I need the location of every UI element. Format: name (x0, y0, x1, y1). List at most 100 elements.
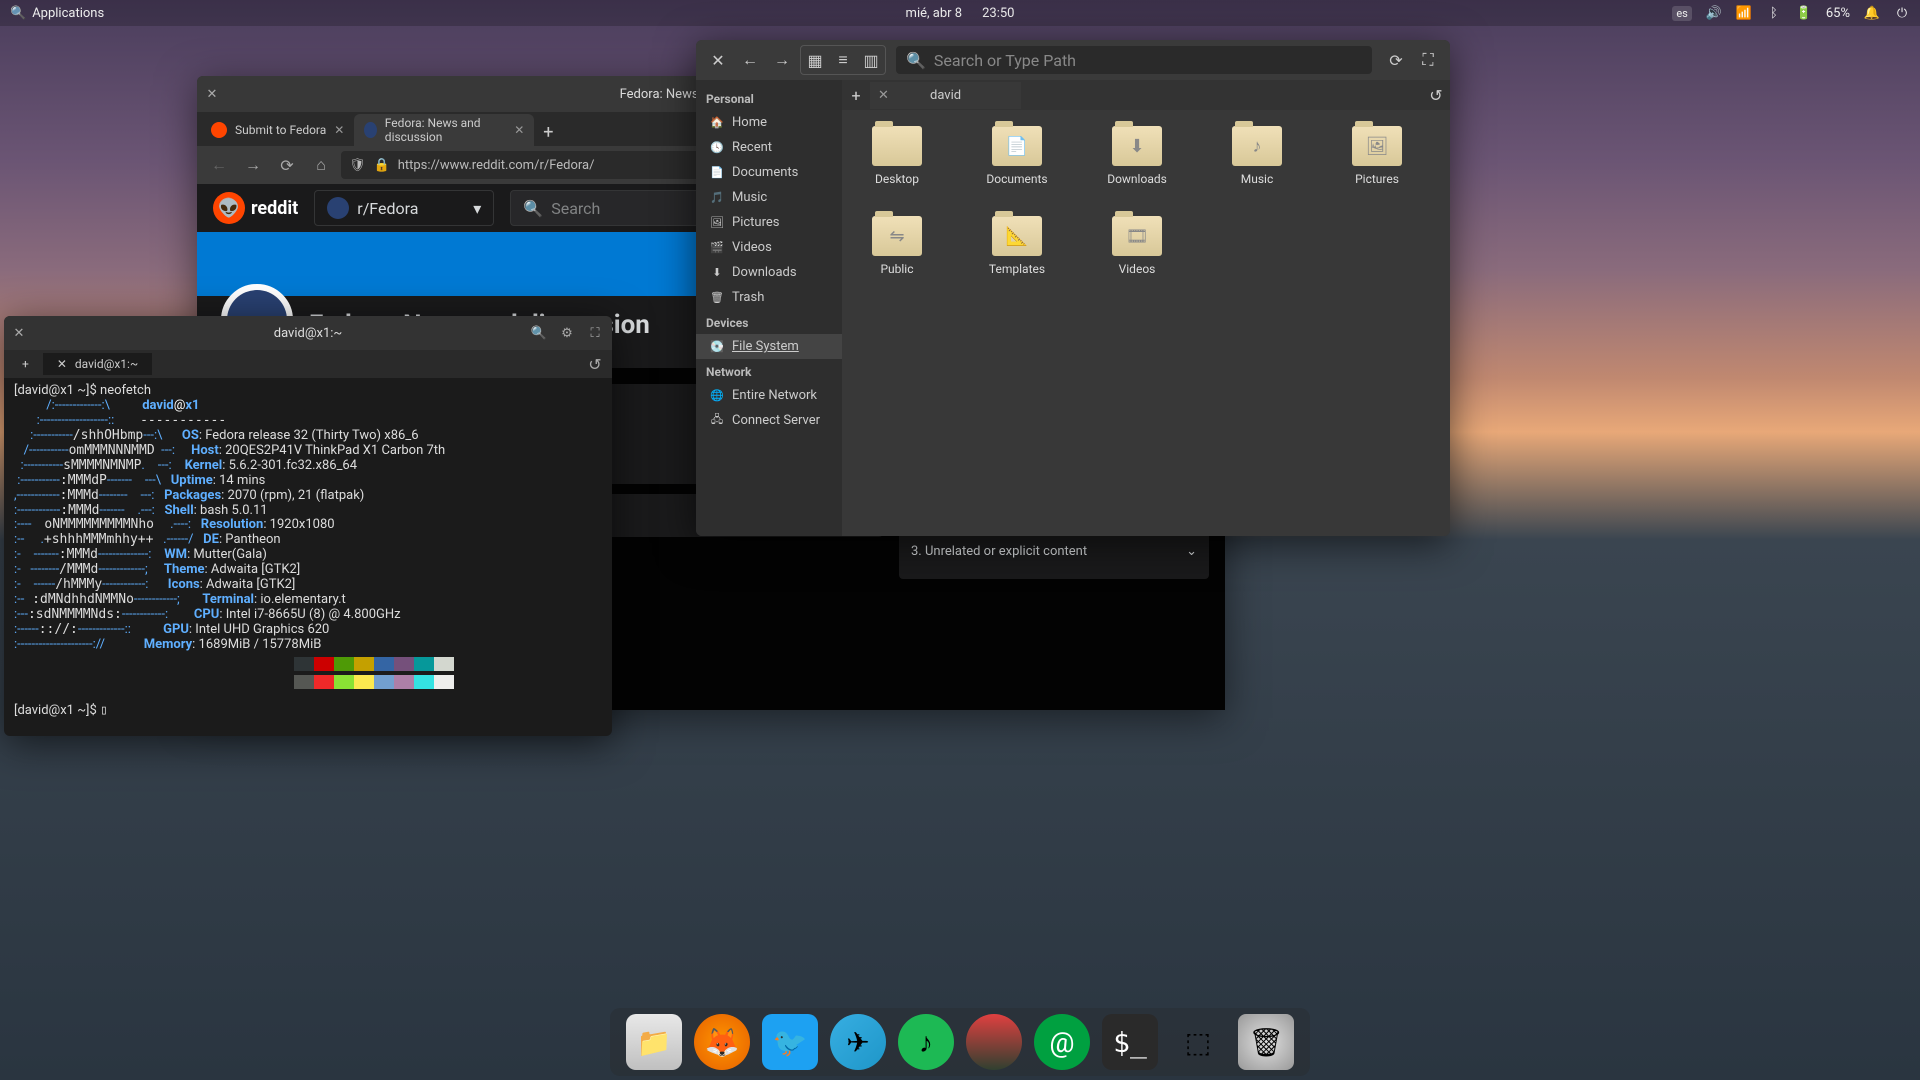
power-icon[interactable]: ⏻ (1894, 5, 1910, 21)
subreddit-label: r/Fedora (357, 199, 418, 218)
time-label[interactable]: 23:50 (982, 6, 1014, 21)
dock-item-files[interactable]: 📁 (626, 1014, 682, 1070)
sidebar-item-documents[interactable]: 📄Documents (696, 160, 842, 185)
files-tab[interactable]: ✕ david (870, 82, 1021, 109)
new-tab-button[interactable]: + (8, 353, 43, 375)
rule-item[interactable]: 3. Unrelated or explicit content⌄ (911, 535, 1197, 567)
lock-icon: 🔒 (374, 158, 390, 173)
maximize-button[interactable]: ⛶ (1414, 46, 1442, 74)
subreddit-dropdown[interactable]: r/Fedora ▾ (314, 190, 494, 226)
forward-button[interactable]: → (239, 151, 267, 179)
sidebar-item-network[interactable]: 🌐Entire Network (696, 383, 842, 408)
trash-icon: 🗑 (710, 291, 724, 305)
picture-icon: 🖼 (710, 216, 724, 230)
dock-item-firefox[interactable]: 🦊 (694, 1014, 750, 1070)
grid-view-button[interactable]: ▦ (801, 46, 829, 74)
close-icon[interactable]: ✕ (878, 88, 889, 103)
sidebar-item-connect[interactable]: 🖧Connect Server (696, 408, 842, 433)
close-button[interactable]: ✕ (704, 46, 732, 74)
back-button[interactable]: ← (736, 46, 764, 74)
wifi-icon[interactable]: 📶 (1736, 5, 1752, 21)
sidebar-item-label: Home (732, 115, 767, 130)
close-button[interactable]: ✕ (12, 326, 26, 340)
dock-item-spotify[interactable]: ♪ (898, 1014, 954, 1070)
bluetooth-icon[interactable]: ᛒ (1766, 5, 1782, 21)
sidebar-item-label: Downloads (732, 265, 797, 280)
sidebar-item-filesystem[interactable]: 💽File System (696, 334, 842, 359)
sidebar-item-home[interactable]: 🏠Home (696, 110, 842, 135)
tab-submit[interactable]: Submit to Fedora ✕ (201, 114, 354, 146)
list-view-button[interactable]: ≡ (829, 46, 857, 74)
applications-label: Applications (32, 6, 104, 21)
folder-templates[interactable]: 📐Templates (982, 216, 1052, 276)
history-button[interactable]: ↺ (590, 355, 608, 373)
dock-item-trash[interactable]: 🗑 (1238, 1014, 1294, 1070)
sidebar-item-label: Recent (732, 140, 772, 155)
maximize-icon[interactable]: ⛶ (586, 324, 604, 342)
volume-icon[interactable]: 🔊 (1706, 5, 1722, 21)
folder-icon (872, 126, 922, 166)
folder-icon: ♪ (1232, 126, 1282, 166)
folder-label: Desktop (875, 172, 919, 186)
dock-item-mail[interactable]: @ (1034, 1014, 1090, 1070)
search-icon[interactable]: 🔍 (530, 324, 548, 342)
color-palette (294, 675, 602, 689)
close-icon[interactable]: ✕ (57, 357, 67, 371)
sidebar-item-music[interactable]: 🎵Music (696, 185, 842, 210)
reddit-logo[interactable]: 👽 reddit (213, 192, 298, 224)
folder-desktop[interactable]: Desktop (862, 126, 932, 186)
terminal-tab[interactable]: ✕ david@x1:~ (43, 353, 152, 375)
reload-button[interactable]: ⟳ (1382, 46, 1410, 74)
reload-button[interactable]: ⟳ (273, 151, 301, 179)
gear-icon[interactable]: ⚙ (558, 324, 576, 342)
folder-icon: 📐 (992, 216, 1042, 256)
folder-documents[interactable]: 📄Documents (982, 126, 1052, 186)
terminal-content[interactable]: [david@x1 ~]$ neofetch /:-------------:\… (4, 378, 612, 736)
notifications-icon[interactable]: 🔔 (1864, 5, 1880, 21)
new-tab-button[interactable]: + (534, 118, 562, 146)
sidebar-item-trash[interactable]: 🗑Trash (696, 285, 842, 310)
music-icon: 🎵 (710, 191, 724, 205)
search-icon: 🔍 (523, 199, 543, 218)
dock: 📁 🦊 🐦 ✈ ♪ @ $_ ⬚ 🗑 (610, 1008, 1310, 1076)
home-button[interactable]: ⌂ (307, 151, 335, 179)
tab-fedora[interactable]: Fedora: News and discussion ✕ (354, 114, 534, 146)
folder-pictures[interactable]: 🖼Pictures (1342, 126, 1412, 186)
applications-menu[interactable]: 🔍 Applications (10, 6, 104, 21)
sidebar-item-downloads[interactable]: ⬇Downloads (696, 260, 842, 285)
dock-item-terminal[interactable]: $_ (1102, 1014, 1158, 1070)
folder-icon: ⬇ (1112, 126, 1162, 166)
battery-icon[interactable]: 🔋 (1796, 5, 1812, 21)
dock-item-app[interactable] (966, 1014, 1022, 1070)
rule-label: 3. Unrelated or explicit content (911, 544, 1087, 559)
battery-label: 65% (1826, 6, 1850, 21)
folder-public[interactable]: ⇋Public (862, 216, 932, 276)
close-icon[interactable]: ✕ (514, 123, 524, 137)
sidebar-item-recent[interactable]: 🕓Recent (696, 135, 842, 160)
files-grid: Desktop 📄Documents ⬇Downloads ♪Music 🖼Pi… (842, 110, 1450, 536)
fedora-icon (364, 122, 376, 138)
folder-label: Pictures (1355, 172, 1399, 186)
folder-label: Videos (1119, 262, 1156, 276)
sidebar-item-label: Connect Server (732, 413, 820, 428)
command: neofetch (100, 383, 151, 398)
sidebar-item-videos[interactable]: 🎬Videos (696, 235, 842, 260)
path-input[interactable]: 🔍 Search or Type Path (896, 46, 1372, 74)
dock-item-telegram[interactable]: ✈ (830, 1014, 886, 1070)
folder-music[interactable]: ♪Music (1222, 126, 1292, 186)
dock-item-twitter[interactable]: 🐦 (762, 1014, 818, 1070)
close-button[interactable]: ✕ (205, 87, 219, 101)
folder-videos[interactable]: 🎞Videos (1102, 216, 1172, 276)
folder-downloads[interactable]: ⬇Downloads (1102, 126, 1172, 186)
folder-label: Public (880, 262, 913, 276)
keyboard-indicator[interactable]: es (1672, 6, 1692, 21)
back-button[interactable]: ← (205, 151, 233, 179)
dock-item-boxes[interactable]: ⬚ (1170, 1014, 1226, 1070)
close-icon[interactable]: ✕ (334, 123, 344, 137)
column-view-button[interactable]: ▥ (857, 46, 885, 74)
date-label[interactable]: mié, abr 8 (906, 6, 963, 21)
forward-button[interactable]: → (768, 46, 796, 74)
history-button[interactable]: ↺ (1422, 81, 1450, 109)
new-tab-button[interactable]: + (842, 81, 870, 109)
sidebar-item-pictures[interactable]: 🖼Pictures (696, 210, 842, 235)
